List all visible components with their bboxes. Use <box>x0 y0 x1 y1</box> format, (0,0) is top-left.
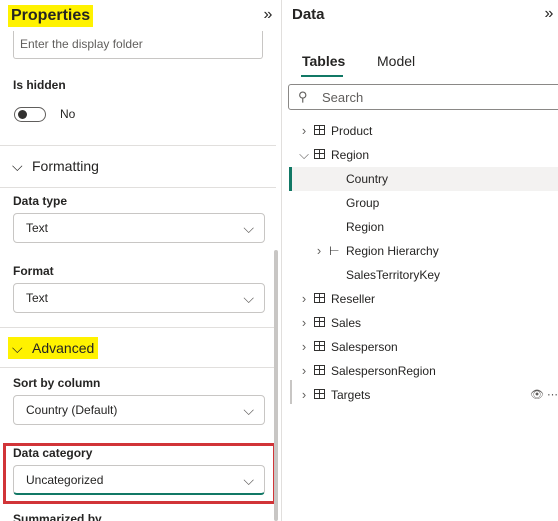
properties-scrollbar[interactable] <box>274 250 278 521</box>
tree-label: Reseller <box>331 292 376 306</box>
advanced-section-label: Advanced <box>32 340 95 356</box>
tree-table-region[interactable]: ⌵ Region <box>289 143 558 167</box>
data-type-value: Text <box>26 221 49 235</box>
tree-label: Sales <box>331 316 362 330</box>
chevron-down-icon: ⌵ <box>243 220 254 236</box>
table-icon <box>314 149 325 159</box>
format-select[interactable]: Text ⌵ <box>13 283 265 313</box>
chevron-right-icon[interactable]: › <box>297 335 311 359</box>
sort-by-column-label: Sort by column <box>13 376 101 390</box>
toggle-knob <box>18 110 27 119</box>
tree-table-targets[interactable]: › Targets 👁 ⋯ <box>289 383 558 407</box>
advanced-section-header[interactable]: ⌵ Advanced <box>8 337 99 359</box>
divider <box>0 187 276 188</box>
sort-by-column-select[interactable]: Country (Default) ⌵ <box>13 395 265 425</box>
display-folder-input[interactable]: Enter the display folder <box>13 31 263 59</box>
tab-selected-indicator <box>301 75 343 77</box>
data-category-select[interactable]: Uncategorized ⌵ <box>13 465 265 495</box>
tree-label: Country <box>346 172 389 186</box>
chevron-right-icon[interactable]: › <box>312 239 326 263</box>
chevron-right-icon[interactable]: › <box>297 311 311 335</box>
tree-column-country[interactable]: Country <box>289 167 558 191</box>
tree-label: SalesTerritoryKey <box>346 268 441 282</box>
formatting-section-header[interactable]: ⌵ Formatting <box>8 155 103 177</box>
chevron-down-icon: ⌵ <box>243 472 254 488</box>
tree-column-region[interactable]: Region <box>289 215 558 239</box>
summarized-by-label: Summarized by <box>13 512 102 521</box>
tab-model[interactable]: Model <box>377 53 415 69</box>
data-pane: Data » Tables Model ⚲ Search › Product ⌵… <box>283 0 558 521</box>
formatting-section-label: Formatting <box>32 158 99 174</box>
divider <box>0 327 276 328</box>
tree-label: SalespersonRegion <box>331 364 436 378</box>
tree-label: Region <box>331 148 370 162</box>
chevron-right-icon[interactable]: › <box>297 287 311 311</box>
tree-label: Group <box>346 196 380 210</box>
chevron-right-icon[interactable]: › <box>297 119 311 143</box>
chevron-right-icon[interactable]: › <box>297 359 311 383</box>
tree-label: Targets <box>331 388 371 402</box>
hover-indicator <box>290 380 292 404</box>
collapse-data-pane-icon[interactable]: » <box>539 3 558 25</box>
table-icon <box>314 389 325 399</box>
tree-label: Region Hierarchy <box>346 244 439 258</box>
chevron-down-icon: ⌵ <box>243 290 254 306</box>
selected-indicator <box>289 167 292 191</box>
properties-title: Properties <box>8 5 94 27</box>
divider <box>0 145 276 146</box>
search-icon: ⚲ <box>298 89 308 104</box>
data-search-box[interactable]: ⚲ Search <box>288 84 558 110</box>
chevron-down-icon: ⌵ <box>243 402 254 418</box>
format-value: Text <box>26 291 49 305</box>
tree-label: Salesperson <box>331 340 398 354</box>
chevron-right-icon[interactable]: › <box>297 383 311 407</box>
search-placeholder: Search <box>322 90 364 105</box>
chevron-down-icon: ⌵ <box>12 158 23 174</box>
table-icon <box>314 365 325 375</box>
tree-table-salespersonregion[interactable]: › SalespersonRegion <box>289 359 558 383</box>
table-icon <box>314 293 325 303</box>
tree-table-sales[interactable]: › Sales <box>289 311 558 335</box>
table-icon <box>314 317 325 327</box>
tree-hierarchy-region[interactable]: › ⊢ Region Hierarchy <box>289 239 558 263</box>
tab-tables[interactable]: Tables <box>302 53 345 69</box>
tree-table-product[interactable]: › Product <box>289 119 558 143</box>
format-label: Format <box>13 264 54 278</box>
data-category-label: Data category <box>13 446 93 460</box>
collapse-properties-icon[interactable]: » <box>258 4 278 26</box>
row-actions-icons[interactable]: 👁 ⋯ <box>530 383 558 407</box>
chevron-down-icon[interactable]: ⌵ <box>297 143 311 167</box>
data-type-label: Data type <box>13 194 68 208</box>
tree-label: Product <box>331 124 373 138</box>
tree-table-reseller[interactable]: › Reseller <box>289 287 558 311</box>
sort-by-column-value: Country (Default) <box>26 403 118 417</box>
is-hidden-toggle[interactable] <box>14 107 46 122</box>
is-hidden-label: Is hidden <box>13 78 66 92</box>
properties-pane: Properties » Enter the display folder Is… <box>0 0 282 521</box>
divider <box>0 367 276 368</box>
table-icon <box>314 341 325 351</box>
chevron-down-icon: ⌵ <box>12 340 23 356</box>
data-category-value: Uncategorized <box>26 473 104 487</box>
data-type-select[interactable]: Text ⌵ <box>13 213 265 243</box>
hierarchy-icon: ⊢ <box>329 244 340 258</box>
is-hidden-value: No <box>60 107 76 121</box>
tree-column-salesterritorykey[interactable]: SalesTerritoryKey <box>289 263 558 287</box>
table-icon <box>314 125 325 135</box>
tree-table-salesperson[interactable]: › Salesperson <box>289 335 558 359</box>
tree-label: Region <box>346 220 385 234</box>
data-pane-title: Data <box>292 6 325 23</box>
tree-column-group[interactable]: Group <box>289 191 558 215</box>
